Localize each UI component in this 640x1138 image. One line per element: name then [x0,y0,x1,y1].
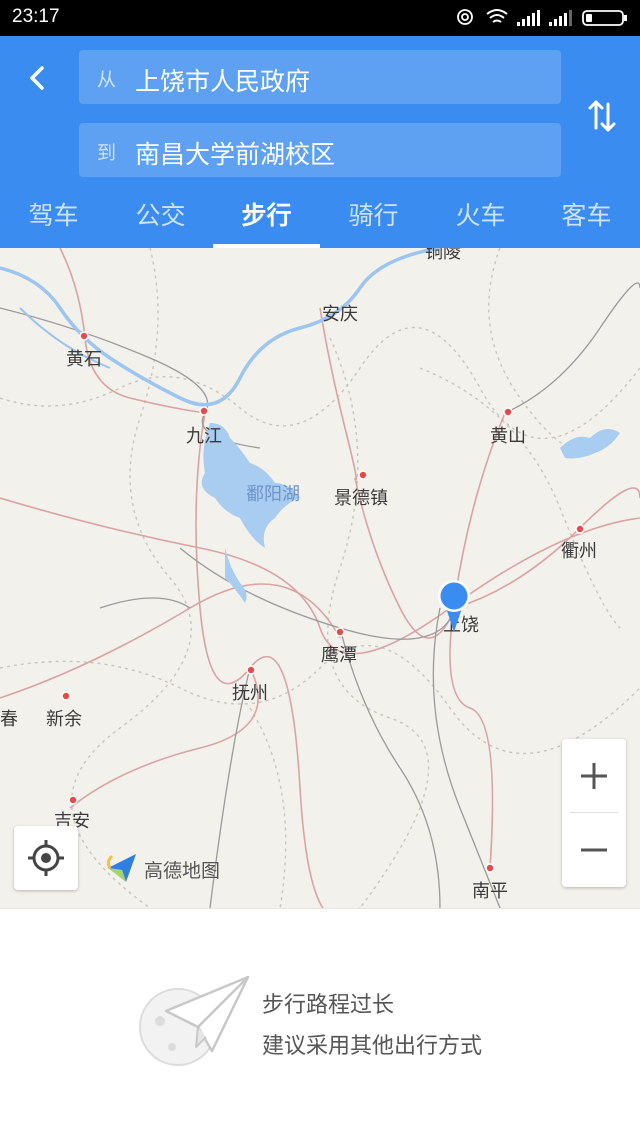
map-view[interactable]: 铜陵 安庆 黄石 九江 黄山 鄱阳湖 景德镇 衢州 上饶 鹰潭 抚州 春 新余 … [0,248,640,908]
minus-icon [581,848,607,852]
city-label-xinyu: 新余 [46,709,82,730]
route-notice-panel: 步行路程过长 建议采用其他出行方式 [0,908,640,1138]
status-time: 23:17 [12,6,60,27]
battery-icon [582,10,627,26]
tab-drive[interactable]: 驾车 [0,186,107,248]
city-label-huangshan: 黄山 [490,426,526,447]
destination-value: 南昌大学前湖校区 [135,140,336,169]
notice-subtitle: 建议采用其他出行方式 [262,1034,483,1059]
city-label-tongling: 铜陵 [425,248,461,263]
tab-bike[interactable]: 骑行 [320,186,427,248]
route-header: 从 上饶市人民政府 到 南昌大学前湖校区 驾车 公交 步行 骑行 火车 客车 [0,36,640,248]
status-icons [457,8,632,28]
signal-icon-2 [549,10,572,26]
destination-field[interactable]: 到 南昌大学前湖校区 [79,123,561,177]
back-button[interactable] [14,56,58,100]
city-label-huangshi: 黄石 [66,349,102,370]
zoom-control [562,739,626,887]
origin-field[interactable]: 从 上饶市人民政府 [79,50,561,104]
city-label-anqing: 安庆 [322,304,358,325]
paper-plane-icon [139,975,250,1066]
city-label-jingdezhen: 景德镇 [334,488,388,509]
amap-logo-icon [106,854,136,882]
city-label-fuzhou: 抚州 [232,683,268,704]
tab-train[interactable]: 火车 [427,186,534,248]
origin-prefix: 从 [97,69,117,91]
tab-walk[interactable]: 步行 [213,186,320,248]
city-label-nanping: 南平 [472,881,508,902]
location-pin-icon[interactable] [436,578,472,634]
lake-label: 鄱阳湖 [246,484,300,505]
wifi-icon [486,9,508,23]
swap-route-button[interactable] [580,96,624,136]
travel-mode-tabs: 驾车 公交 步行 骑行 火车 客车 [0,186,640,248]
tab-coach[interactable]: 客车 [533,186,640,248]
swap-icon [588,100,616,132]
status-bar: 23:17 [0,0,640,36]
city-label-chun: 春 [0,709,18,730]
locate-me-button[interactable] [14,826,78,890]
hotspot-icon [457,9,473,25]
back-arrow-icon [30,66,44,90]
city-label-jiujiang: 九江 [186,426,222,447]
city-label-yingtan: 鹰潭 [321,645,357,666]
zoom-in-button[interactable] [562,739,626,813]
crosshair-icon [28,840,64,876]
signal-icon-1 [517,10,540,26]
city-label-quzhou: 衢州 [561,541,597,562]
amap-brand-text: 高德地图 [144,860,221,882]
plus-icon [581,763,607,789]
notice-title: 步行路程过长 [262,993,395,1018]
zoom-out-button[interactable] [562,813,626,887]
amap-brand: 高德地图 [104,850,220,886]
origin-value: 上饶市人民政府 [135,67,311,96]
destination-prefix: 到 [97,142,117,164]
tab-bus[interactable]: 公交 [107,186,214,248]
